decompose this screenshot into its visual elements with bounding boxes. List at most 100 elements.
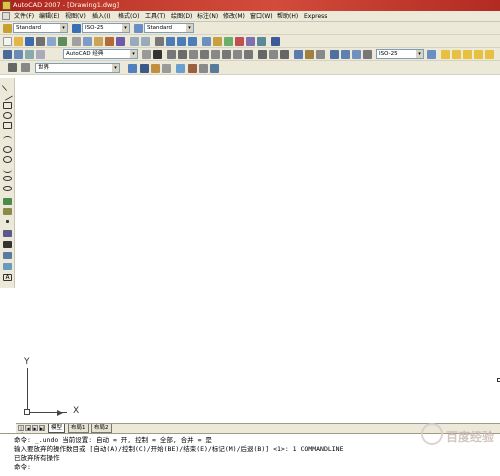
text-style-icon[interactable] — [3, 24, 12, 33]
menu-help[interactable]: 帮助(H) — [277, 12, 298, 21]
undo-icon[interactable] — [130, 37, 139, 46]
properties-icon[interactable] — [202, 37, 211, 46]
angular-dimension-icon[interactable] — [244, 50, 253, 59]
dim-style-combo-2[interactable]: ISO-25 ▾ — [376, 49, 424, 59]
menu-tools[interactable]: 工具(T) — [145, 12, 165, 21]
aligned-dimension-icon[interactable] — [178, 50, 187, 59]
workspace-icon[interactable] — [3, 50, 12, 59]
center-mark-icon[interactable] — [316, 50, 325, 59]
chevron-down-icon[interactable]: ▾ — [122, 24, 129, 32]
workspace-layout-icon[interactable] — [36, 50, 45, 59]
workspace-manage-icon[interactable] — [142, 50, 151, 59]
make-block-icon[interactable] — [3, 208, 12, 215]
save-icon[interactable] — [25, 37, 34, 46]
paste-icon[interactable] — [94, 37, 103, 46]
ucs-previous-icon[interactable] — [21, 63, 30, 72]
bulb-icon-3[interactable] — [463, 50, 472, 59]
open-icon[interactable] — [14, 37, 23, 46]
dimension-update-icon[interactable] — [352, 50, 361, 59]
zoom-previous-icon[interactable] — [188, 37, 197, 46]
quick-dimension-icon[interactable] — [258, 50, 267, 59]
bulb-icon-5[interactable] — [485, 50, 494, 59]
menu-file[interactable]: 文件(F) — [14, 12, 34, 21]
menu-modify[interactable]: 修改(M) — [223, 12, 245, 21]
chevron-down-icon[interactable]: ▾ — [60, 24, 67, 32]
layer-combo[interactable]: 世界 ▾ — [35, 63, 120, 73]
print-icon[interactable] — [36, 37, 45, 46]
tab-first-icon[interactable]: |◀ — [18, 425, 24, 436]
tab-layout1[interactable]: 布局1 — [68, 424, 89, 433]
dimension-style-icon[interactable] — [363, 50, 372, 59]
line-icon[interactable] — [1, 79, 14, 92]
bulb-icon-2[interactable] — [452, 50, 461, 59]
tab-model[interactable]: 模型 — [48, 424, 66, 433]
layer-previous-icon[interactable] — [151, 64, 160, 73]
dimension-edit-icon[interactable] — [330, 50, 339, 59]
diameter-dimension-icon[interactable] — [233, 50, 242, 59]
menu-edit[interactable]: 编辑(E) — [39, 12, 59, 21]
tab-next-icon[interactable]: ▶ — [32, 425, 38, 431]
polyline-icon[interactable] — [3, 102, 12, 109]
text-style-combo[interactable]: Standard ▾ — [13, 23, 68, 33]
radius-dimension-icon[interactable] — [211, 50, 220, 59]
tab-layout2[interactable]: 布局2 — [91, 424, 112, 433]
dim-tool-icon[interactable] — [176, 64, 185, 73]
quickcalc-icon[interactable] — [257, 37, 266, 46]
design-center-icon[interactable] — [213, 37, 222, 46]
revision-cloud-icon[interactable] — [3, 156, 12, 163]
bulb-icon-4[interactable] — [474, 50, 483, 59]
block-editor-icon[interactable] — [116, 37, 125, 46]
leader-tool-icon[interactable] — [188, 64, 197, 73]
ellipse-arc-icon[interactable] — [3, 186, 12, 191]
ellipse-icon[interactable] — [3, 176, 12, 181]
tab-prev-icon[interactable]: ◀ — [25, 425, 31, 431]
cut-icon[interactable] — [72, 37, 81, 46]
menu-express[interactable]: Express — [304, 12, 327, 21]
layer-manager-icon[interactable] — [128, 64, 137, 73]
menu-window[interactable]: 窗口(W) — [250, 12, 273, 21]
zoom-realtime-icon[interactable] — [166, 37, 175, 46]
ordinate-dimension-icon[interactable] — [200, 50, 209, 59]
workspace-combo[interactable]: AutoCAD 经典 ▾ — [63, 49, 138, 59]
region-icon[interactable] — [3, 252, 12, 259]
construction-line-icon[interactable] — [1, 90, 14, 101]
dimension-text-edit-icon[interactable] — [341, 50, 350, 59]
preview-icon[interactable] — [47, 37, 56, 46]
table-icon[interactable] — [3, 263, 12, 270]
point-icon[interactable] — [6, 220, 9, 223]
match-properties-icon[interactable] — [105, 37, 114, 46]
linear-dimension-icon[interactable] — [167, 50, 176, 59]
autocad-app-icon[interactable] — [2, 1, 11, 10]
sheet-set-icon[interactable] — [235, 37, 244, 46]
workspace-save-icon[interactable] — [25, 50, 34, 59]
hatch-icon[interactable] — [3, 230, 12, 237]
circle-icon[interactable] — [3, 146, 12, 153]
menu-view[interactable]: 视图(V) — [65, 12, 86, 21]
zoom-window-icon[interactable] — [177, 37, 186, 46]
polygon-icon[interactable] — [3, 112, 12, 119]
command-prompt[interactable]: 命令: — [14, 463, 31, 471]
spline-icon[interactable] — [3, 166, 12, 173]
workspace-lock-icon[interactable] — [153, 50, 162, 59]
copy-icon[interactable] — [83, 37, 92, 46]
publish-icon[interactable] — [58, 37, 67, 46]
pan-icon[interactable] — [155, 37, 164, 46]
table-style-combo[interactable]: Standard ▾ — [144, 23, 194, 33]
arc-length-icon[interactable] — [189, 50, 198, 59]
chevron-down-icon[interactable]: ▾ — [112, 64, 119, 72]
menu-format[interactable]: 格式(O) — [118, 12, 139, 21]
tool-palettes-icon[interactable] — [224, 37, 233, 46]
jogged-dimension-icon[interactable] — [222, 50, 231, 59]
multiline-text-icon[interactable]: A — [3, 274, 12, 281]
redo-icon[interactable] — [141, 37, 150, 46]
tab-last-icon[interactable]: ▶| — [39, 425, 45, 431]
extra-tool-icon[interactable] — [210, 64, 219, 73]
workspace-settings-icon[interactable] — [14, 50, 23, 59]
drawing-canvas[interactable] — [16, 78, 500, 423]
dim-style-combo[interactable]: ISO-25 ▾ — [82, 23, 130, 33]
bulb-icon[interactable] — [441, 50, 450, 59]
table-style-icon[interactable] — [134, 24, 143, 33]
gradient-icon[interactable] — [3, 241, 12, 248]
baseline-dimension-icon[interactable] — [269, 50, 278, 59]
quick-leader-icon[interactable] — [294, 50, 303, 59]
